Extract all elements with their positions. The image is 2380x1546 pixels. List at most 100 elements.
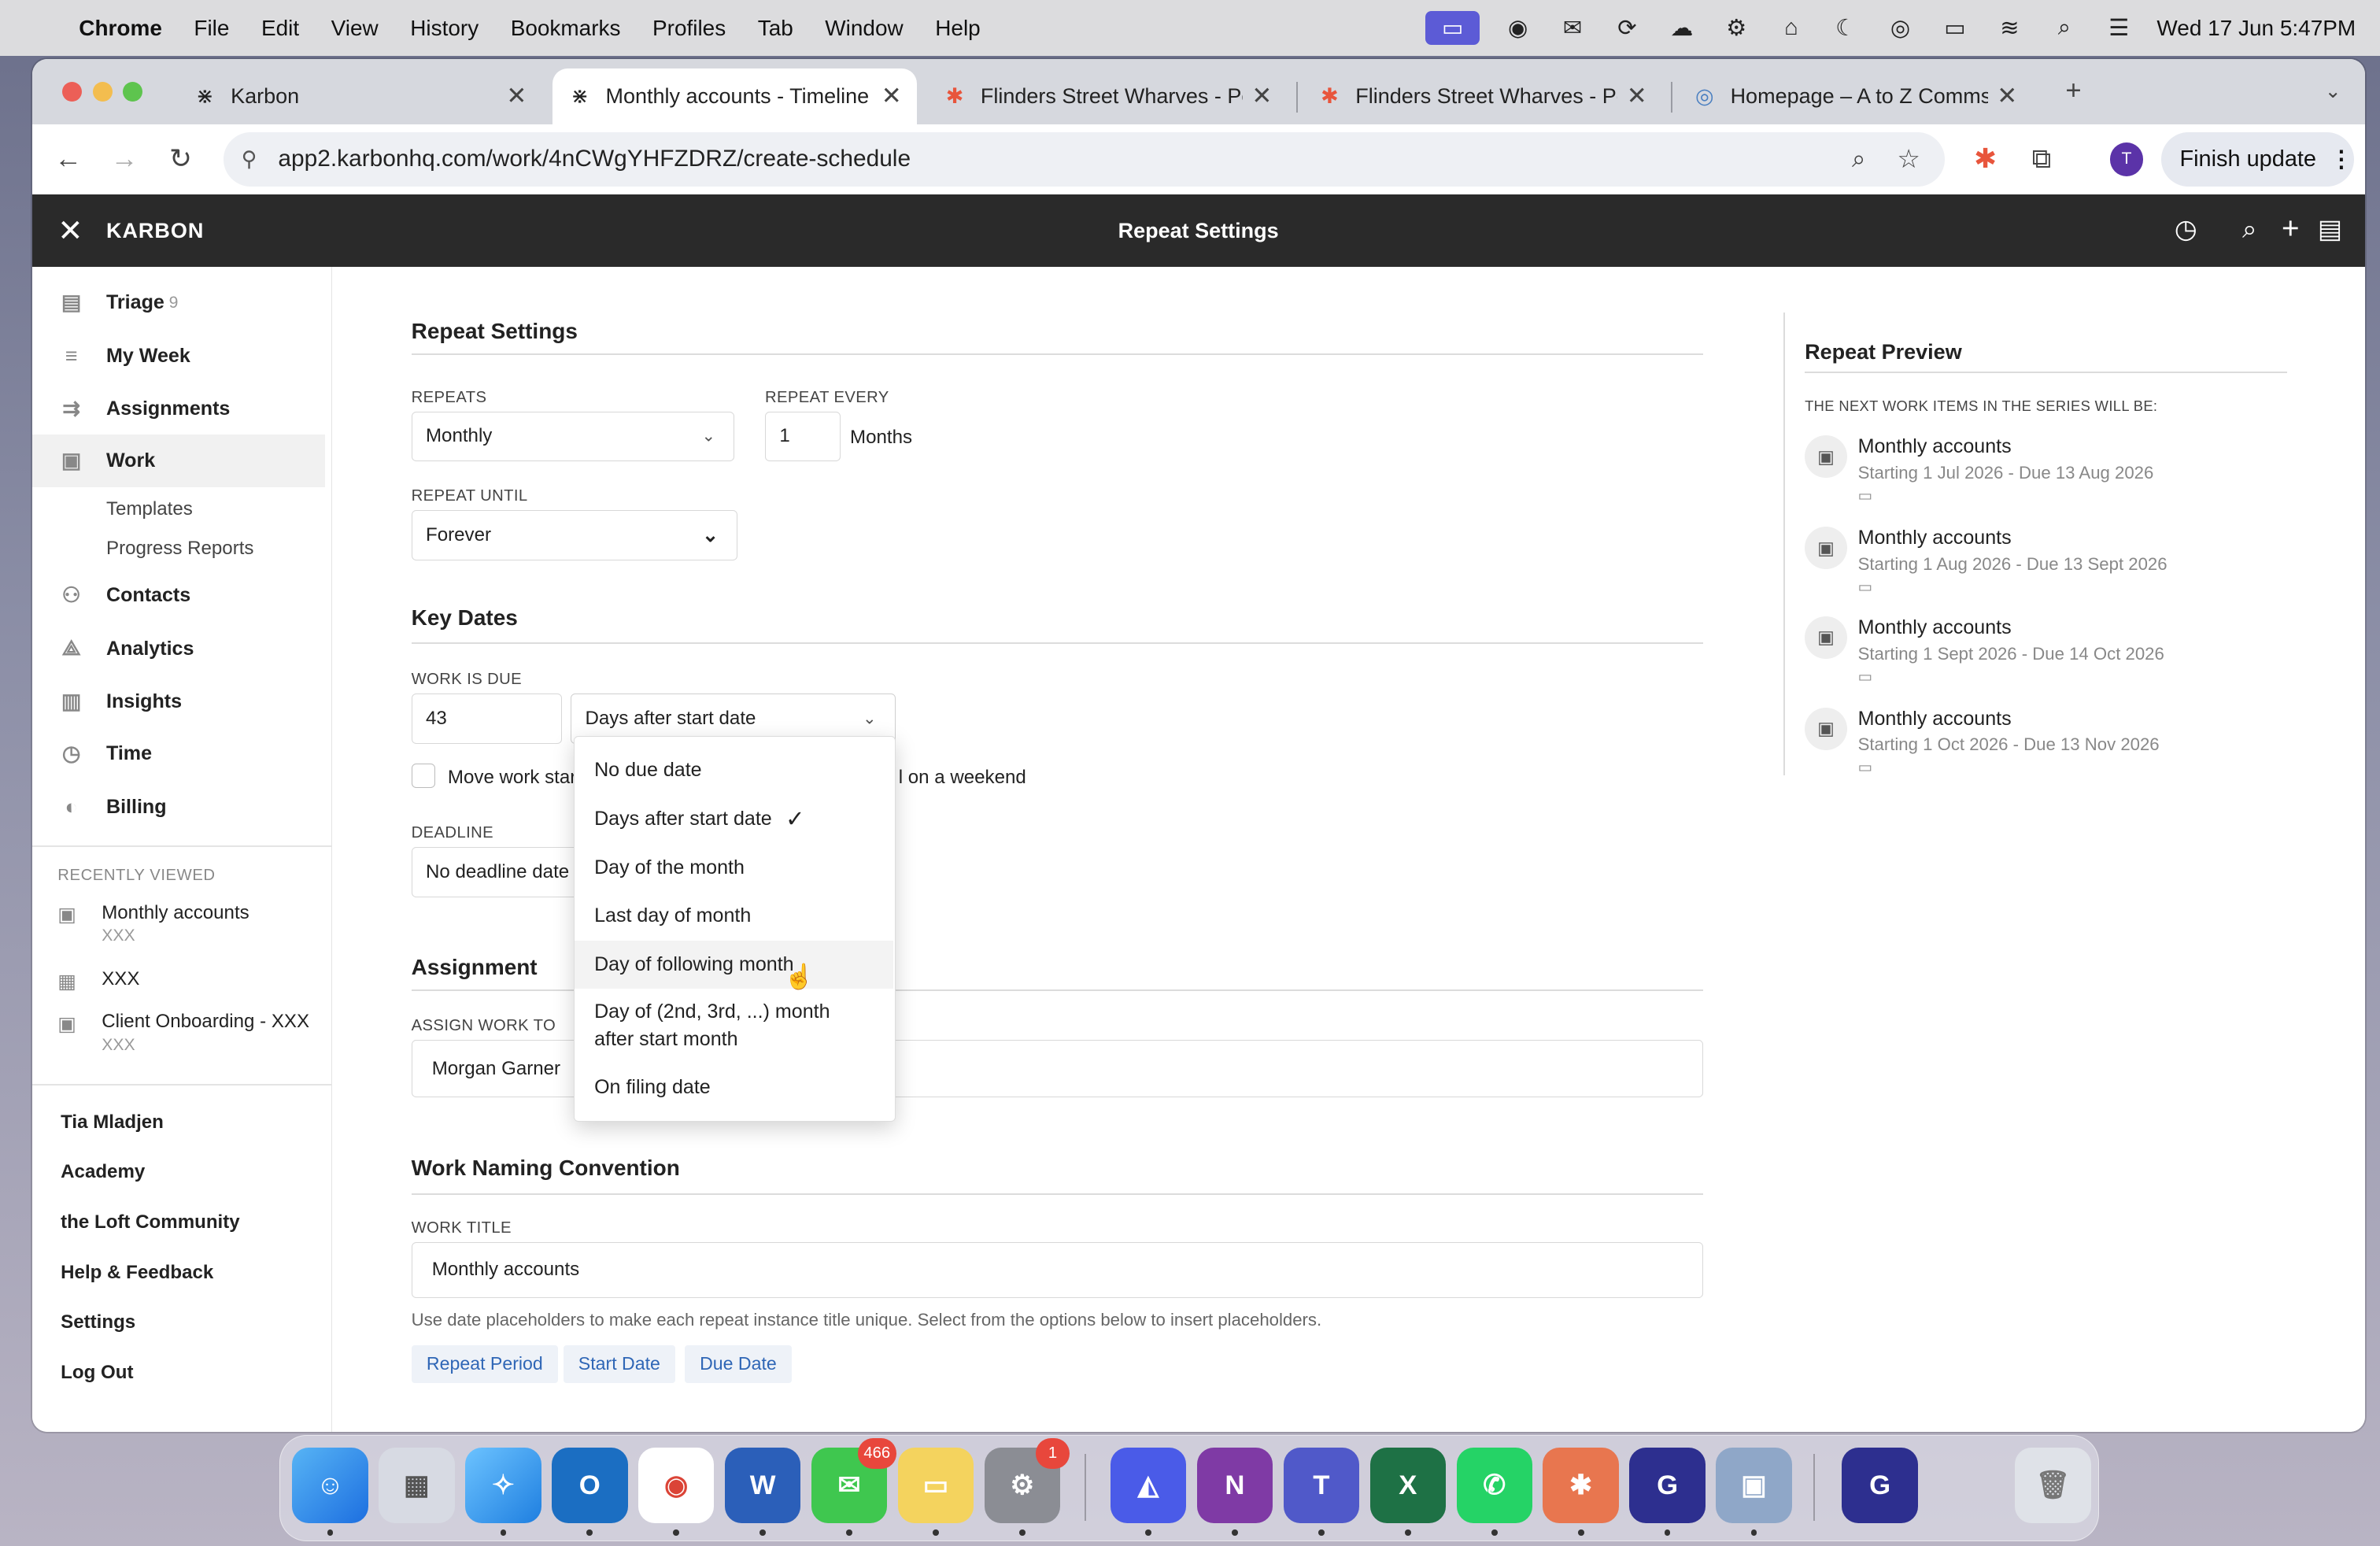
tab-close-icon[interactable]: ✕ — [1251, 82, 1272, 110]
sidebar-loft-community[interactable]: the Loft Community — [61, 1211, 240, 1233]
outlook-status-icon[interactable]: ✉ — [1556, 14, 1589, 42]
sidebar-sub-templates[interactable]: Templates — [106, 498, 193, 520]
claude-extension-icon[interactable]: ✱ — [1968, 142, 2001, 176]
menu-tab[interactable]: Tab — [758, 16, 793, 41]
due-date-placeholder-button[interactable]: Due Date — [684, 1344, 793, 1383]
zoom-window-button[interactable] — [123, 82, 143, 102]
onenote-icon[interactable]: N — [1196, 1447, 1273, 1524]
sidebar-sub-progress-reports[interactable]: Progress Reports — [106, 538, 253, 560]
sidebar-item-insights[interactable]: ▥ Insights — [32, 675, 325, 729]
sync-icon[interactable]: ⟳ — [1610, 14, 1643, 42]
forward-icon[interactable]: → — [108, 142, 141, 176]
option-days-after-start[interactable]: Days after start date ✓ — [575, 797, 893, 842]
tab-close-icon[interactable]: ✕ — [881, 82, 902, 110]
zoom-icon[interactable]: ⌕ — [1852, 145, 1865, 174]
notes-icon[interactable]: ▤ — [2313, 213, 2346, 246]
sidebar-item-time[interactable]: ◷ Time — [32, 727, 325, 781]
option-no-due-date[interactable]: No due date — [575, 748, 893, 793]
sidebar-item-work[interactable]: ▣ Work — [31, 434, 325, 488]
menu-history[interactable]: History — [410, 16, 479, 41]
tab-search-chevron-icon[interactable]: ⌄ — [2316, 74, 2349, 107]
claude-icon[interactable]: ✱ — [1543, 1447, 1619, 1524]
bookmark-star-icon[interactable]: ☆ — [1897, 144, 1920, 174]
sidebar-item-triage[interactable]: ▤ Triage 9 — [32, 276, 325, 330]
move-work-start-checkbox[interactable] — [411, 764, 436, 788]
tab-homepage[interactable]: ◎ Homepage – A to Z Comms & ✕ — [1677, 68, 2032, 124]
tab-flinders-1[interactable]: ✱ Flinders Street Wharves - Pov ✕ — [927, 68, 1287, 124]
safari-icon[interactable]: ✧ — [465, 1447, 541, 1524]
option-day-of-following-month[interactable]: Day of following month ☝ — [575, 940, 893, 990]
menubar-clock[interactable]: Wed 17 Jun 5:47PM — [2156, 16, 2356, 41]
more-menu-icon[interactable]: ⋮ — [2330, 146, 2352, 173]
record-icon[interactable]: ◉ — [1501, 14, 1534, 42]
control-center-icon[interactable]: ☰ — [2102, 14, 2135, 42]
moon-icon[interactable]: ☾ — [1829, 14, 1862, 42]
tab-close-icon[interactable]: ✕ — [506, 82, 527, 110]
spotlight-icon[interactable]: ⌕ — [2048, 14, 2081, 42]
menu-app-name[interactable]: Chrome — [79, 16, 162, 41]
sidebar-settings[interactable]: Settings — [61, 1311, 135, 1333]
add-icon[interactable]: + — [2274, 212, 2307, 246]
user-icon[interactable]: ◎ — [1883, 14, 1916, 42]
messages-icon[interactable]: ✉ 466 — [811, 1438, 896, 1524]
sidebar-item-analytics[interactable]: ⟁ Analytics — [32, 623, 325, 676]
close-window-button[interactable] — [62, 82, 83, 102]
address-bar[interactable]: ⚲ app2.karbonhq.com/work/4nCWgYHFZDRZ/cr… — [223, 131, 1945, 187]
repeat-every-input[interactable]: 1 — [765, 411, 841, 462]
screen-share-icon[interactable]: ▭ — [1425, 11, 1480, 45]
url-text[interactable]: app2.karbonhq.com/work/4nCWgYHFZDRZ/crea… — [278, 146, 911, 172]
tab-karbon[interactable]: ⋇ Karbon ✕ — [178, 68, 542, 124]
recent-item[interactable]: ▦ XXX — [57, 968, 139, 993]
system-settings-icon[interactable]: ⚙ 1 — [984, 1438, 1070, 1524]
finder-icon[interactable]: ☺ — [292, 1447, 368, 1524]
repeat-until-select[interactable]: Forever ⌄ — [411, 509, 738, 560]
profile-avatar[interactable]: T — [2109, 142, 2144, 176]
vpn-icon[interactable]: ⌂ — [1774, 14, 1807, 42]
karbon-logo[interactable]: KARBON — [106, 219, 204, 243]
finish-update-button[interactable]: Finish update ⋮ — [2161, 131, 2355, 187]
repeat-period-placeholder-button[interactable]: Repeat Period — [411, 1344, 559, 1383]
notes-icon[interactable]: ▭ — [897, 1447, 974, 1524]
teams-icon[interactable]: ⚙ — [1720, 14, 1753, 42]
menu-profiles[interactable]: Profiles — [652, 16, 726, 41]
work-title-input[interactable]: Monthly accounts — [411, 1241, 1703, 1298]
option-day-of-month[interactable]: Day of the month — [575, 845, 893, 890]
search-icon[interactable]: ⌕ — [2233, 213, 2266, 246]
preview-app-icon[interactable]: ▣ — [1716, 1447, 1792, 1524]
menu-window[interactable]: Window — [825, 16, 903, 41]
word-icon[interactable]: W — [724, 1447, 801, 1524]
recent-item[interactable]: ▣ Monthly accounts XXX — [57, 902, 249, 946]
sidebar-help-feedback[interactable]: Help & Feedback — [61, 1262, 213, 1284]
battery-icon[interactable]: ▭ — [1938, 14, 1972, 42]
back-icon[interactable]: ← — [52, 142, 85, 176]
tab-close-icon[interactable]: ✕ — [1997, 82, 2017, 110]
minimize-window-button[interactable] — [92, 82, 113, 102]
sidebar-user-name[interactable]: Tia Mladjen — [61, 1111, 164, 1134]
repeats-select[interactable]: Monthly ⌄ — [411, 411, 735, 462]
new-tab-icon[interactable]: + — [2057, 74, 2090, 107]
sidebar-item-assignments[interactable]: ⇉ Assignments — [32, 383, 325, 436]
option-last-day-of-month[interactable]: Last day of month — [575, 893, 893, 939]
whatsapp-icon[interactable]: ✆ — [1456, 1447, 1532, 1524]
sidebar-item-my-week[interactable]: ≡ My Week — [32, 329, 325, 383]
grammarly-doc-icon[interactable]: G — [1842, 1447, 1918, 1524]
sidebar-item-billing[interactable]: ◐ Billing — [32, 780, 325, 834]
teams-icon[interactable]: T — [1283, 1447, 1360, 1524]
tab-flinders-2[interactable]: ✱ Flinders Street Wharves - Pov ✕ — [1303, 68, 1662, 124]
grammarly-icon[interactable]: G — [1629, 1447, 1706, 1524]
option-on-filing-date[interactable]: On filing date — [575, 1065, 893, 1111]
cloud-icon[interactable]: ☁ — [1665, 14, 1698, 42]
menu-bookmarks[interactable]: Bookmarks — [511, 16, 621, 41]
recent-item[interactable]: ▣ Client Onboarding - XXX XXX — [57, 1011, 309, 1055]
due-days-input[interactable]: 43 — [411, 693, 562, 744]
chrome-icon[interactable]: ◉ — [638, 1447, 715, 1524]
excel-icon[interactable]: X — [1369, 1447, 1447, 1524]
apple-icon[interactable] — [31, 14, 58, 42]
menu-view[interactable]: View — [331, 16, 379, 41]
start-date-placeholder-button[interactable]: Start Date — [563, 1344, 676, 1383]
menu-file[interactable]: File — [194, 16, 229, 41]
tab-close-icon[interactable]: ✕ — [1627, 82, 1647, 110]
launchpad-icon[interactable]: ▦ — [379, 1447, 455, 1524]
sidebar-academy[interactable]: Academy — [61, 1161, 145, 1183]
extensions-icon[interactable]: ⧉ — [2025, 142, 2058, 176]
